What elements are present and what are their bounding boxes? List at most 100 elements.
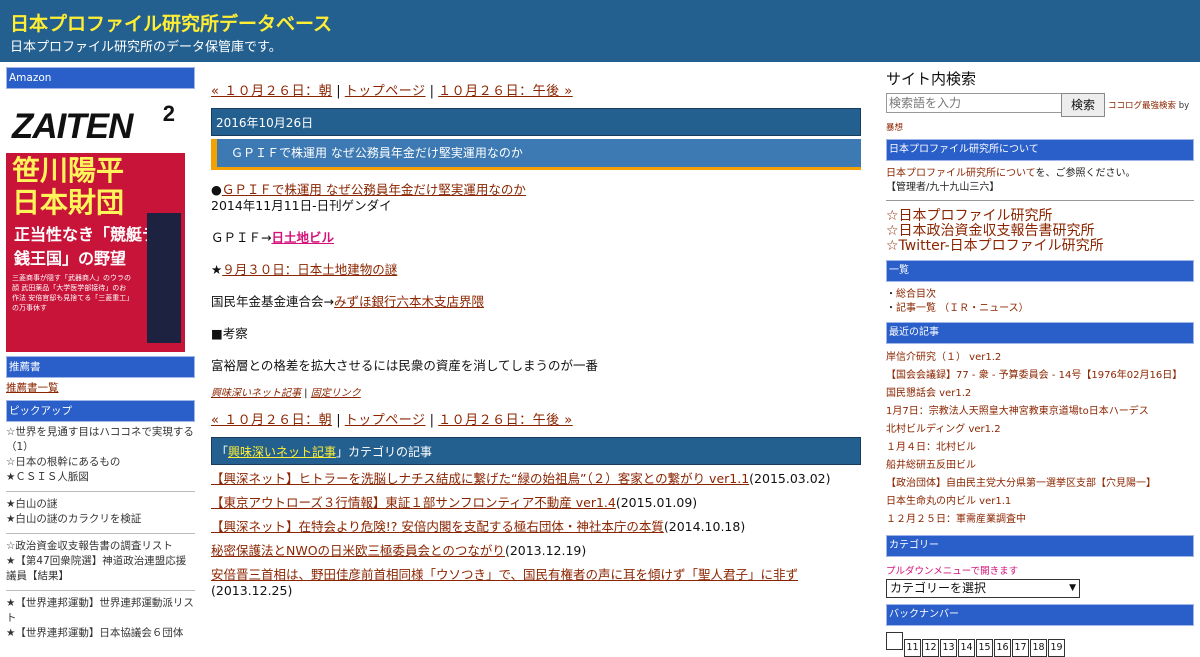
category-article-link[interactable]: 【興深ネット】ヒトラーを洗脳しナチス結成に繋げた“緑の始祖鳥”（２）客家との繋が… (211, 471, 749, 486)
category-article-link[interactable]: 【東京アウトローズ３行情報】東証１部サンフロンティア不動産 ver1.4 (211, 495, 616, 510)
recent-heading: 最近の記事 (886, 322, 1194, 344)
pickup-item[interactable]: ★白山の謎のカラクリを検証 (6, 512, 195, 527)
recent-article-link[interactable]: 北村ビルディング ver1.2 (886, 421, 1196, 439)
about-text: 日本プロファイル研究所についてを、ご参照ください。 【管理者/九十九山三六】 (886, 167, 1196, 195)
top-page-link[interactable]: トップページ (345, 413, 426, 428)
category-link[interactable]: 興味深いネット記事 (211, 388, 301, 399)
recent-article-link[interactable]: 日本生命丸の内ビル ver1.1 (886, 493, 1196, 511)
search-powered-note: ココログ最強検索 by (1108, 99, 1189, 111)
category-name-link[interactable]: 興味深いネット記事 (228, 445, 336, 459)
search-by: by (1178, 101, 1190, 111)
search-powered-link[interactable]: ココログ最強検索 (1108, 101, 1176, 111)
nav-sep: | (332, 84, 345, 99)
list-item-label[interactable]: 総合目次 (896, 289, 936, 300)
category-select[interactable]: カテゴリーを選択 ▼ (886, 579, 1080, 598)
category-article-link[interactable]: 秘密保護法とNWOの日米欧三極委員会とのつながり (211, 543, 505, 558)
pickup-heading: ピックアップ (6, 400, 195, 422)
recent-article-link[interactable]: １２月２５日：軍需産業調査中 (886, 511, 1196, 529)
search-credit[interactable]: 暴想 (886, 121, 1196, 133)
recommend-section: 推薦書一覧 (6, 378, 195, 400)
search-input[interactable]: 検索語を入力 (886, 93, 1063, 113)
main-content: « １０月２６日：朝 | トップページ | １０月２６日：午後 » 2016年1… (211, 80, 861, 607)
prev-entry-link[interactable]: « １０月２６日：朝 (211, 413, 332, 428)
next-entry-link[interactable]: １０月２６日：午後 » (438, 413, 573, 428)
pickup-section: ☆世界を見通す目はハココネで実現する（1） ☆日本の根幹にあるもの ★ＣＳＩＳ人脈図… (6, 422, 195, 645)
pickup-item[interactable]: ★ＣＳＩＳ人脈図 (6, 470, 195, 485)
category-article-date: (2014.10.18) (663, 519, 746, 534)
book-issue: 2 (162, 101, 175, 126)
category-note: プルダウンメニューで開きます (886, 566, 1019, 577)
backnumber-cell[interactable]: 11 (904, 639, 921, 657)
recent-article-link[interactable]: 岸信介研究（１） ver1.2 (886, 349, 1196, 367)
pickup-item[interactable]: ★【世界連邦運動】世界連邦運動派リスト (6, 596, 195, 626)
book-cover-image[interactable]: ZAITEN 2 笹川陽平 日本財団 正当性なき「競艇テラ銭王国」の野望 三菱商… (6, 93, 185, 352)
backnumber-cell[interactable] (886, 632, 903, 650)
pickup-group: ☆世界を見通す目はハココネで実現する（1） ☆日本の根幹にあるもの ★ＣＳＩＳ人脈図 (6, 422, 195, 489)
search-button[interactable]: 検索 (1061, 93, 1105, 117)
book-side-panel (147, 213, 181, 343)
pickup-item[interactable]: ☆世界を見通す目はハココネで実現する（1） (6, 425, 195, 455)
category-heading: カテゴリー (886, 535, 1194, 557)
entry-nav-bottom: « １０月２６日：朝 | トップページ | １０月２６日：午後 » (211, 409, 861, 428)
link-profile-lab[interactable]: ☆日本プロファイル研究所 (886, 209, 1196, 224)
big-links: ☆日本プロファイル研究所 ☆日本政治資金収支報告書研究所 ☆Twitter-日本… (886, 209, 1196, 254)
paragraph: ★９月３０日：日本土地建物の謎 (211, 262, 861, 278)
site-header: 日本プロファイル研究所データベース 日本プロファイル研究所のデータ保管庫です。 (0, 0, 1200, 62)
backnumber-cell[interactable]: 13 (940, 639, 957, 657)
paragraph: ＧＰＩＦ→日土地ビル (211, 230, 861, 246)
pickup-group: ☆政治資金収支報告書の調査リスト ★【第47回衆院選】神道政治連盟応援議員【結果】 (6, 536, 195, 588)
recent-article-link[interactable]: 国民懇話会 ver1.2 (886, 385, 1196, 403)
backnumber-cell[interactable]: 18 (1030, 639, 1047, 657)
site-title[interactable]: 日本プロファイル研究所データベース (10, 9, 332, 36)
backnumber-cell[interactable]: 14 (958, 639, 975, 657)
list-heading: 一覧 (886, 260, 1194, 282)
recent-article-link[interactable]: 船井総研五反田ビル (886, 457, 1196, 475)
pickup-item[interactable]: ★【第47回衆院選】神道政治連盟応援議員【結果】 (6, 554, 195, 584)
recommend-heading: 推薦書 (6, 356, 195, 378)
list-item-label[interactable]: 記事一覧 （ＩＲ・ニュース） (896, 303, 1029, 314)
chevron-down-icon: ▼ (1069, 583, 1076, 593)
article-link[interactable]: ９月３０日：日本土地建物の謎 (222, 262, 397, 277)
catbar-close: 」カテゴリの記事 (336, 445, 433, 459)
category-article-row: 秘密保護法とNWOの日米欧三極委員会とのつながり(2013.12.19) (211, 543, 861, 559)
recent-article-link[interactable]: １月４日：北村ビル (886, 439, 1196, 457)
list-item[interactable]: ・記事一覧 （ＩＲ・ニュース） (886, 302, 1196, 316)
backnumber-cell[interactable]: 15 (976, 639, 993, 657)
article-link[interactable]: みずほ銀行六本木支店界隈 (334, 294, 484, 309)
pickup-item[interactable]: ☆政治資金収支報告書の調査リスト (6, 539, 195, 554)
category-article-link[interactable]: 安倍晋三首相は、野田佳彦前首相同様「ウソつき」で、国民有権者の声に耳を傾けず「聖… (211, 567, 798, 582)
right-sidebar: サイト内検索 検索語を入力 検索 ココログ最強検索 by 暴想 日本プロファイル… (886, 68, 1196, 657)
category-article-link[interactable]: 【興深ネット】在特会より危険!? 安倍内閣を支配する極右団体・神社本庁の本質 (211, 519, 664, 534)
category-article-date: (2013.12.19) (504, 543, 587, 558)
category-articles-heading: 「興味深いネット記事」カテゴリの記事 (211, 437, 861, 465)
recent-article-link[interactable]: 【政治団体】自由民主党大分県第一選挙区支部【穴見陽一】 (886, 475, 1196, 493)
about-link[interactable]: 日本プロファイル研究所について (886, 168, 1036, 179)
catbar-open: 「 (216, 445, 229, 459)
link-political-funds-lab[interactable]: ☆日本政治資金収支報告書研究所 (886, 224, 1196, 239)
bullet-text: ● (211, 182, 222, 197)
amazon-heading: Amazon (6, 67, 195, 89)
entry-meta: 興味深いネット記事 | 固定リンク (211, 384, 861, 399)
pickup-item[interactable]: ★白山の謎 (6, 497, 195, 512)
entry-title: ＧＰＩＦで株運用 なぜ公務員年金だけ堅実運用なのか (211, 139, 861, 170)
next-entry-link[interactable]: １０月２６日：午後 » (438, 84, 573, 99)
link-twitter[interactable]: ☆Twitter-日本プロファイル研究所 (886, 239, 1196, 254)
article-link[interactable]: ＧＰＩＦで株運用 なぜ公務員年金だけ堅実運用なのか (222, 182, 526, 197)
recent-article-link[interactable]: 1月7日：宗教法人天照皇大神宮教東京道場to日本ハーデス (886, 403, 1196, 421)
backnumber-cell[interactable]: 17 (1012, 639, 1029, 657)
nav-sep: | (425, 84, 439, 99)
building-link[interactable]: 日土地ビル (271, 230, 334, 245)
pickup-item[interactable]: ★【世界連邦運動】日本協議会６団体 (6, 626, 195, 641)
pickup-item[interactable]: ☆日本の根幹にあるもの (6, 455, 195, 470)
recommend-list-link[interactable]: 推薦書一覧 (6, 382, 59, 394)
list-item[interactable]: ・総合目次 (886, 288, 1196, 302)
backnumber-cell[interactable]: 19 (1048, 639, 1065, 657)
permalink[interactable]: 固定リンク (311, 388, 361, 399)
category-article-row: 安倍晋三首相は、野田佳彦前首相同様「ウソつき」で、国民有権者の声に耳を傾けず「聖… (211, 567, 861, 599)
about-heading: 日本プロファイル研究所について (886, 139, 1194, 161)
backnumber-cell[interactable]: 16 (994, 639, 1011, 657)
backnumber-cell[interactable]: 12 (922, 639, 939, 657)
recent-article-link[interactable]: 【国会会議録】77 - 衆 - 予算委員会 - 14号【1976年02月16日】 (886, 367, 1196, 385)
top-page-link[interactable]: トップページ (345, 84, 426, 99)
prev-entry-link[interactable]: « １０月２６日：朝 (211, 84, 332, 99)
